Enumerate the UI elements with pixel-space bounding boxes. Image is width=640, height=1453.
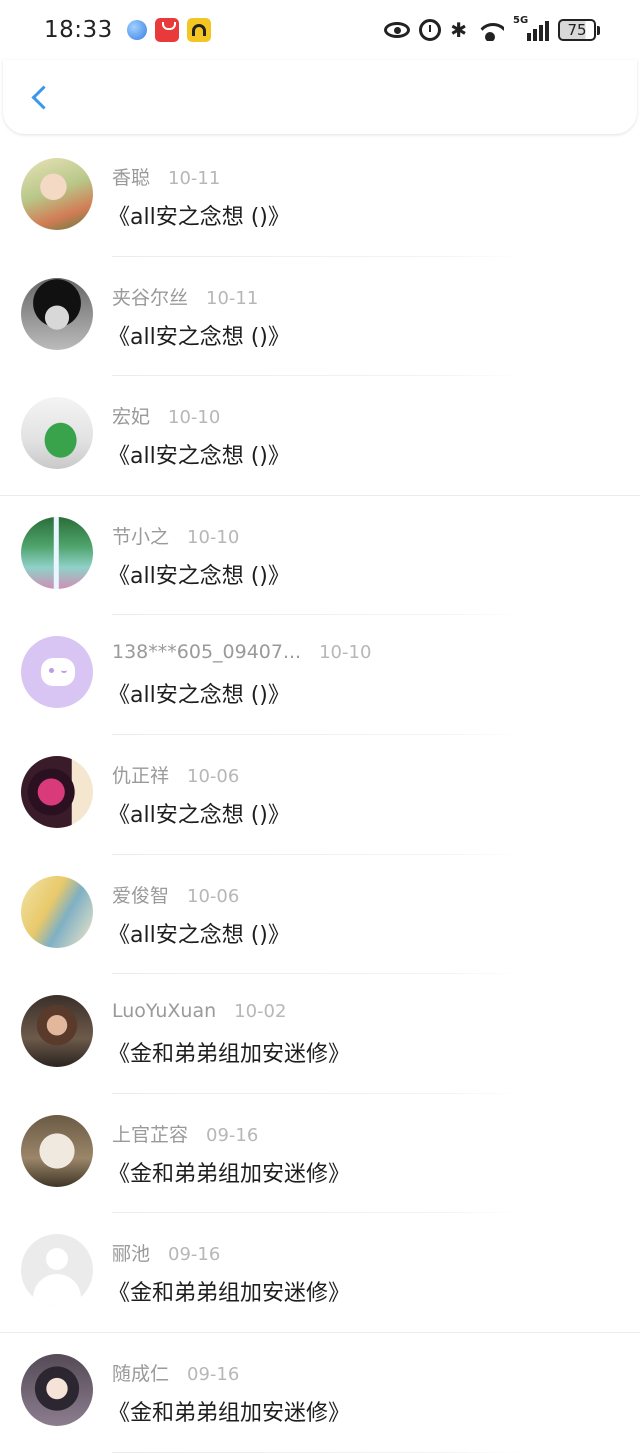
item-date: 10-11 [206,287,259,309]
item-date: 10-10 [187,526,240,548]
item-date: 09-16 [206,1124,259,1146]
signal-icon: 5G [513,15,549,41]
yellow-app-icon [186,18,211,42]
user-name[interactable]: 夹谷尔丝 [112,283,188,310]
network-type: 5G [513,15,529,26]
list-item[interactable]: 郦池 09-16 《金和弟弟组加安迷修》 [0,1213,640,1333]
user-name[interactable]: LuoYuXuan [112,1000,216,1022]
item-meta: 仇正祥 10-06 [112,761,239,788]
item-date: 10-10 [319,642,372,664]
list-item[interactable]: LuoYuXuan 10-02 《金和弟弟组加安迷修》 [0,974,640,1094]
top-nav-bar [3,60,637,134]
avatar[interactable] [21,755,93,828]
item-meta: 郦池 09-16 [112,1239,220,1266]
avatar[interactable] [21,1114,93,1187]
comment-list: 香聪 10-11 《all安之念想 ()》 夹谷尔丝 10-11 《all安之念想 ()》… [0,137,640,1453]
battery-icon: 75 [558,19,600,41]
status-left: 18:33 [44,17,211,43]
item-meta: 宏妃 10-10 [112,402,220,429]
item-date: 10-06 [187,885,240,907]
item-date: 10-02 [234,1001,287,1023]
list-item[interactable]: 香聪 10-11 《all安之念想 ()》 [0,137,640,257]
wifi-icon [476,19,504,41]
item-meta: 上官芷容 09-16 [112,1120,258,1147]
status-time: 18:33 [44,17,113,43]
book-title[interactable]: 《金和弟弟组加安迷修》 [108,1036,350,1068]
eye-icon [384,22,411,38]
user-name[interactable]: 爱俊智 [112,881,169,908]
back-button[interactable] [25,80,56,114]
list-item[interactable]: 上官芷容 09-16 《金和弟弟组加安迷修》 [0,1094,640,1214]
avatar[interactable] [21,1234,93,1307]
item-meta: 138***605_09407... 10-10 [112,641,371,663]
user-name[interactable]: 郦池 [112,1239,150,1266]
item-date: 10-06 [187,765,240,787]
avatar[interactable] [21,636,93,709]
chevron-left-icon [30,84,56,110]
list-item[interactable]: 节小之 10-10 《all安之念想 ()》 [0,496,640,616]
list-item[interactable]: 138***605_09407... 10-10 《all安之念想 ()》 [0,615,640,735]
item-date: 09-16 [168,1244,221,1266]
book-title[interactable]: 《金和弟弟组加安迷修》 [108,1395,350,1427]
item-date: 09-16 [187,1363,240,1385]
user-name[interactable]: 随成仁 [112,1359,169,1386]
avatar[interactable] [21,277,93,350]
book-title[interactable]: 《all安之念想 ()》 [108,438,290,470]
avatar[interactable] [21,995,93,1068]
list-item[interactable]: 夹谷尔丝 10-11 《all安之念想 ()》 [0,257,640,377]
book-title[interactable]: 《金和弟弟组加安迷修》 [108,1275,350,1307]
book-title[interactable]: 《all安之念想 ()》 [108,558,290,590]
item-date: 10-11 [168,168,221,189]
alarm-icon [419,19,442,41]
item-meta: 香聪 10-11 [112,163,220,190]
user-name[interactable]: 138***605_09407... [112,641,301,663]
list-item[interactable]: 随成仁 09-16 《金和弟弟组加安迷修》 [0,1333,640,1453]
user-name[interactable]: 仇正祥 [112,761,169,788]
status-bar: 18:33 ✱ 5G 75 [0,0,640,60]
item-meta: 随成仁 09-16 [112,1359,239,1386]
list-item[interactable]: 宏妃 10-10 《all安之念想 ()》 [0,376,640,496]
book-title[interactable]: 《all安之念想 ()》 [108,797,290,829]
bluetooth-icon: ✱ [450,18,467,42]
shop-app-icon [154,18,179,42]
book-title[interactable]: 《all安之念想 ()》 [108,199,290,231]
row-divider [112,1451,522,1453]
user-name[interactable]: 香聪 [112,163,150,190]
item-meta: 爱俊智 10-06 [112,881,239,908]
avatar[interactable] [21,1353,93,1426]
book-title[interactable]: 《all安之念想 ()》 [108,319,290,351]
avatar[interactable] [21,516,93,589]
book-title[interactable]: 《all安之念想 ()》 [108,677,290,709]
avatar[interactable] [21,875,93,948]
item-meta: 节小之 10-10 [112,522,239,549]
user-name[interactable]: 宏妃 [112,402,150,429]
list-item[interactable]: 爱俊智 10-06 《all安之念想 ()》 [0,855,640,975]
battery-level: 75 [558,19,596,41]
avatar[interactable] [21,397,93,470]
browser-app-icon [126,20,147,40]
list-item[interactable]: 仇正祥 10-06 《all安之念想 ()》 [0,735,640,855]
avatar[interactable] [21,158,93,230]
item-meta: LuoYuXuan 10-02 [112,1000,286,1022]
book-title[interactable]: 《金和弟弟组加安迷修》 [108,1156,350,1188]
item-date: 10-10 [168,407,221,429]
user-name[interactable]: 上官芷容 [112,1120,188,1147]
book-title[interactable]: 《all安之念想 ()》 [108,917,290,949]
user-name[interactable]: 节小之 [112,522,169,549]
item-meta: 夹谷尔丝 10-11 [112,283,258,310]
status-right: ✱ 5G 75 [384,15,600,42]
